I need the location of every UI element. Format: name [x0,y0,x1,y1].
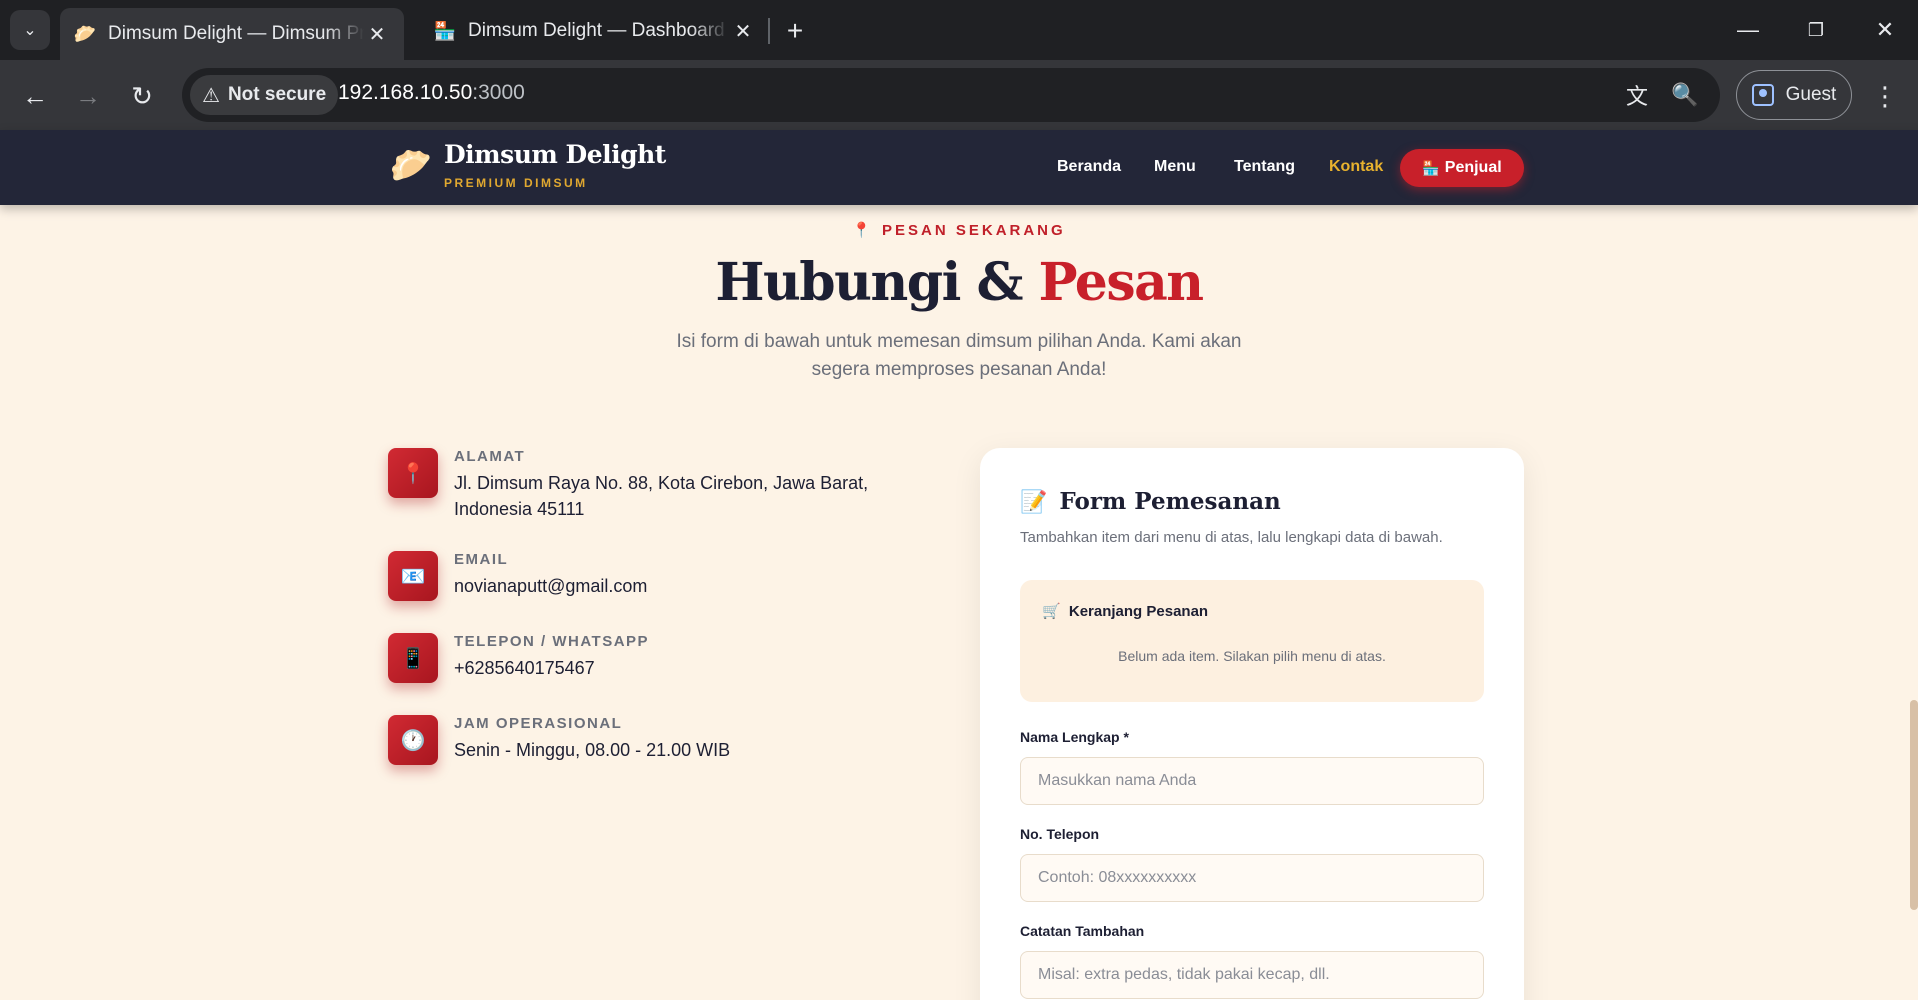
arrow-right-icon: → [75,80,101,111]
page-subtitle: Isi form di bawah untuk memesan dimsum p… [676,331,1242,380]
dumpling-favicon-icon: 🥟 [73,23,97,44]
minimize-icon: — [1737,17,1759,42]
site-header: 🥟 Dimsum Delight PREMIUM DIMSUM Beranda … [0,130,1918,205]
cart-icon: 🛒 [1042,603,1061,620]
reload-icon: ↻ [131,80,153,111]
notes-input[interactable] [1020,951,1484,999]
forward-button[interactable]: → [68,76,108,116]
page-title: Hubungi & Pesan [0,252,1918,313]
minimize-button[interactable]: — [1723,10,1773,50]
contact-label: ALAMAT [454,448,526,465]
nav-link-menu[interactable]: Menu [1154,158,1196,176]
name-input[interactable] [1020,757,1484,805]
contact-label: EMAIL [454,551,509,568]
plus-icon: + [786,15,804,46]
tab-title: Dimsum Delight — Dimsum Premium [108,23,364,44]
notes-field-label: Catatan Tambahan [1020,923,1145,939]
browser-tab-inactive[interactable]: 🏪 Dimsum Delight — Dashboard Penjual ✕ [420,10,770,52]
contact-value: Senin - Minggu, 08.00 - 21.00 WIB [454,740,731,760]
order-form-card: 📝 Form Pemesanan Tambahkan item dari men… [980,448,1524,1000]
close-tab-icon[interactable]: ✕ [364,21,390,47]
cart-title-text: Keranjang Pesanan [1068,603,1209,620]
browser-toolbar: ← → ↻ ⚠ Not secure 192.168.10.50:3000 文 … [0,60,1918,130]
browser-menu-button[interactable]: ⋮ [1870,76,1900,116]
browser-tab-active[interactable]: 🥟 Dimsum Delight — Dimsum Premium ✕ [60,8,404,60]
phone-input[interactable] [1020,854,1484,902]
contact-label: TELEPON / WHATSAPP [454,633,650,650]
pin-icon: 📍 [852,222,874,239]
tab-search-button[interactable]: ⌄ [10,10,50,50]
cart-empty-message: Belum ada item. Silakan pilih menu di at… [1118,648,1386,664]
more-vert-icon: ⋮ [1872,80,1898,111]
contact-value[interactable]: +6285640175467 [454,655,944,681]
reload-button[interactable]: ↻ [122,76,162,116]
close-tab-icon[interactable]: ✕ [730,18,756,44]
nav-link-tentang[interactable]: Tentang [1234,158,1295,176]
browser-tab-bar: ⌄ 🥟 Dimsum Delight — Dimsum Premium ✕ 🏪 … [0,0,1918,60]
url-host: 192.168.10.50 [338,81,473,104]
contact-value[interactable]: novianaputt@gmail.com [454,573,944,599]
restore-icon: ❐ [1807,19,1825,40]
contact-label: JAM OPERASIONAL [454,715,623,732]
form-title: 📝 Form Pemesanan [1020,488,1281,515]
store-icon: 🏪 [1422,159,1440,176]
contact-value: Jl. Dimsum Raya No. 88, Kota Cirebon, Ja… [454,473,869,519]
cart-title: 🛒 Keranjang Pesanan [1042,602,1208,620]
security-label: Not secure [227,84,327,105]
nav-link-beranda[interactable]: Beranda [1057,158,1121,176]
new-tab-button[interactable]: + [778,14,812,48]
clock-icon: 🕐 [388,715,438,765]
order-cart: 🛒 Keranjang Pesanan Belum ada item. Sila… [1020,580,1484,702]
translate-icon[interactable]: 文 [1622,80,1652,110]
profile-icon [1751,84,1774,106]
seller-button[interactable]: 🏪 Penjual [1400,149,1524,187]
seller-button-label: Penjual [1444,159,1502,176]
form-description: Tambahkan item dari menu di atas, lalu l… [1020,529,1443,546]
brand-tagline: PREMIUM DIMSUM [444,176,588,190]
name-field-label: Nama Lengkap * [1020,729,1129,745]
store-favicon-icon: 🏪 [433,20,457,41]
memo-icon: 📝 [1020,488,1048,515]
close-icon: ✕ [1875,17,1895,42]
url-text[interactable]: 192.168.10.50:3000 [338,81,525,105]
brand-name[interactable]: Dimsum Delight [444,140,666,169]
restore-button[interactable]: ❐ [1791,10,1841,50]
url-port: :3000 [472,81,525,104]
profile-button[interactable]: Guest [1736,70,1852,120]
tab-title: Dimsum Delight — Dashboard Penjual [468,20,730,41]
eyebrow-text: PESAN SEKARANG [882,222,1066,239]
page-scrollbar[interactable] [1910,700,1918,910]
back-button[interactable]: ← [15,76,55,116]
phone-field-label: No. Telepon [1020,826,1100,842]
profile-label: Guest [1785,84,1837,105]
close-window-button[interactable]: ✕ [1860,10,1910,50]
security-chip[interactable]: ⚠ Not secure [190,75,339,115]
title-main: Hubungi & [715,252,1039,313]
zoom-icon[interactable]: 🔍 [1670,80,1700,110]
address-bar[interactable]: ⚠ Not secure 192.168.10.50:3000 文 🔍 [182,68,1720,122]
phone-icon: 📱 [388,633,438,683]
warning-icon: ⚠ [202,84,220,107]
chevron-down-icon: ⌄ [23,22,37,39]
email-icon: 📧 [388,551,438,601]
form-title-text: Form Pemesanan [1059,488,1281,515]
nav-link-kontak[interactable]: Kontak [1329,158,1383,176]
arrow-left-icon: ← [22,80,48,111]
tab-separator [768,18,770,44]
section-eyebrow: 📍 PESAN SEKARANG [0,221,1918,239]
dumpling-logo-icon[interactable]: 🥟 [390,145,432,187]
title-accent: Pesan [1038,252,1205,313]
pin-icon: 📍 [388,448,438,498]
